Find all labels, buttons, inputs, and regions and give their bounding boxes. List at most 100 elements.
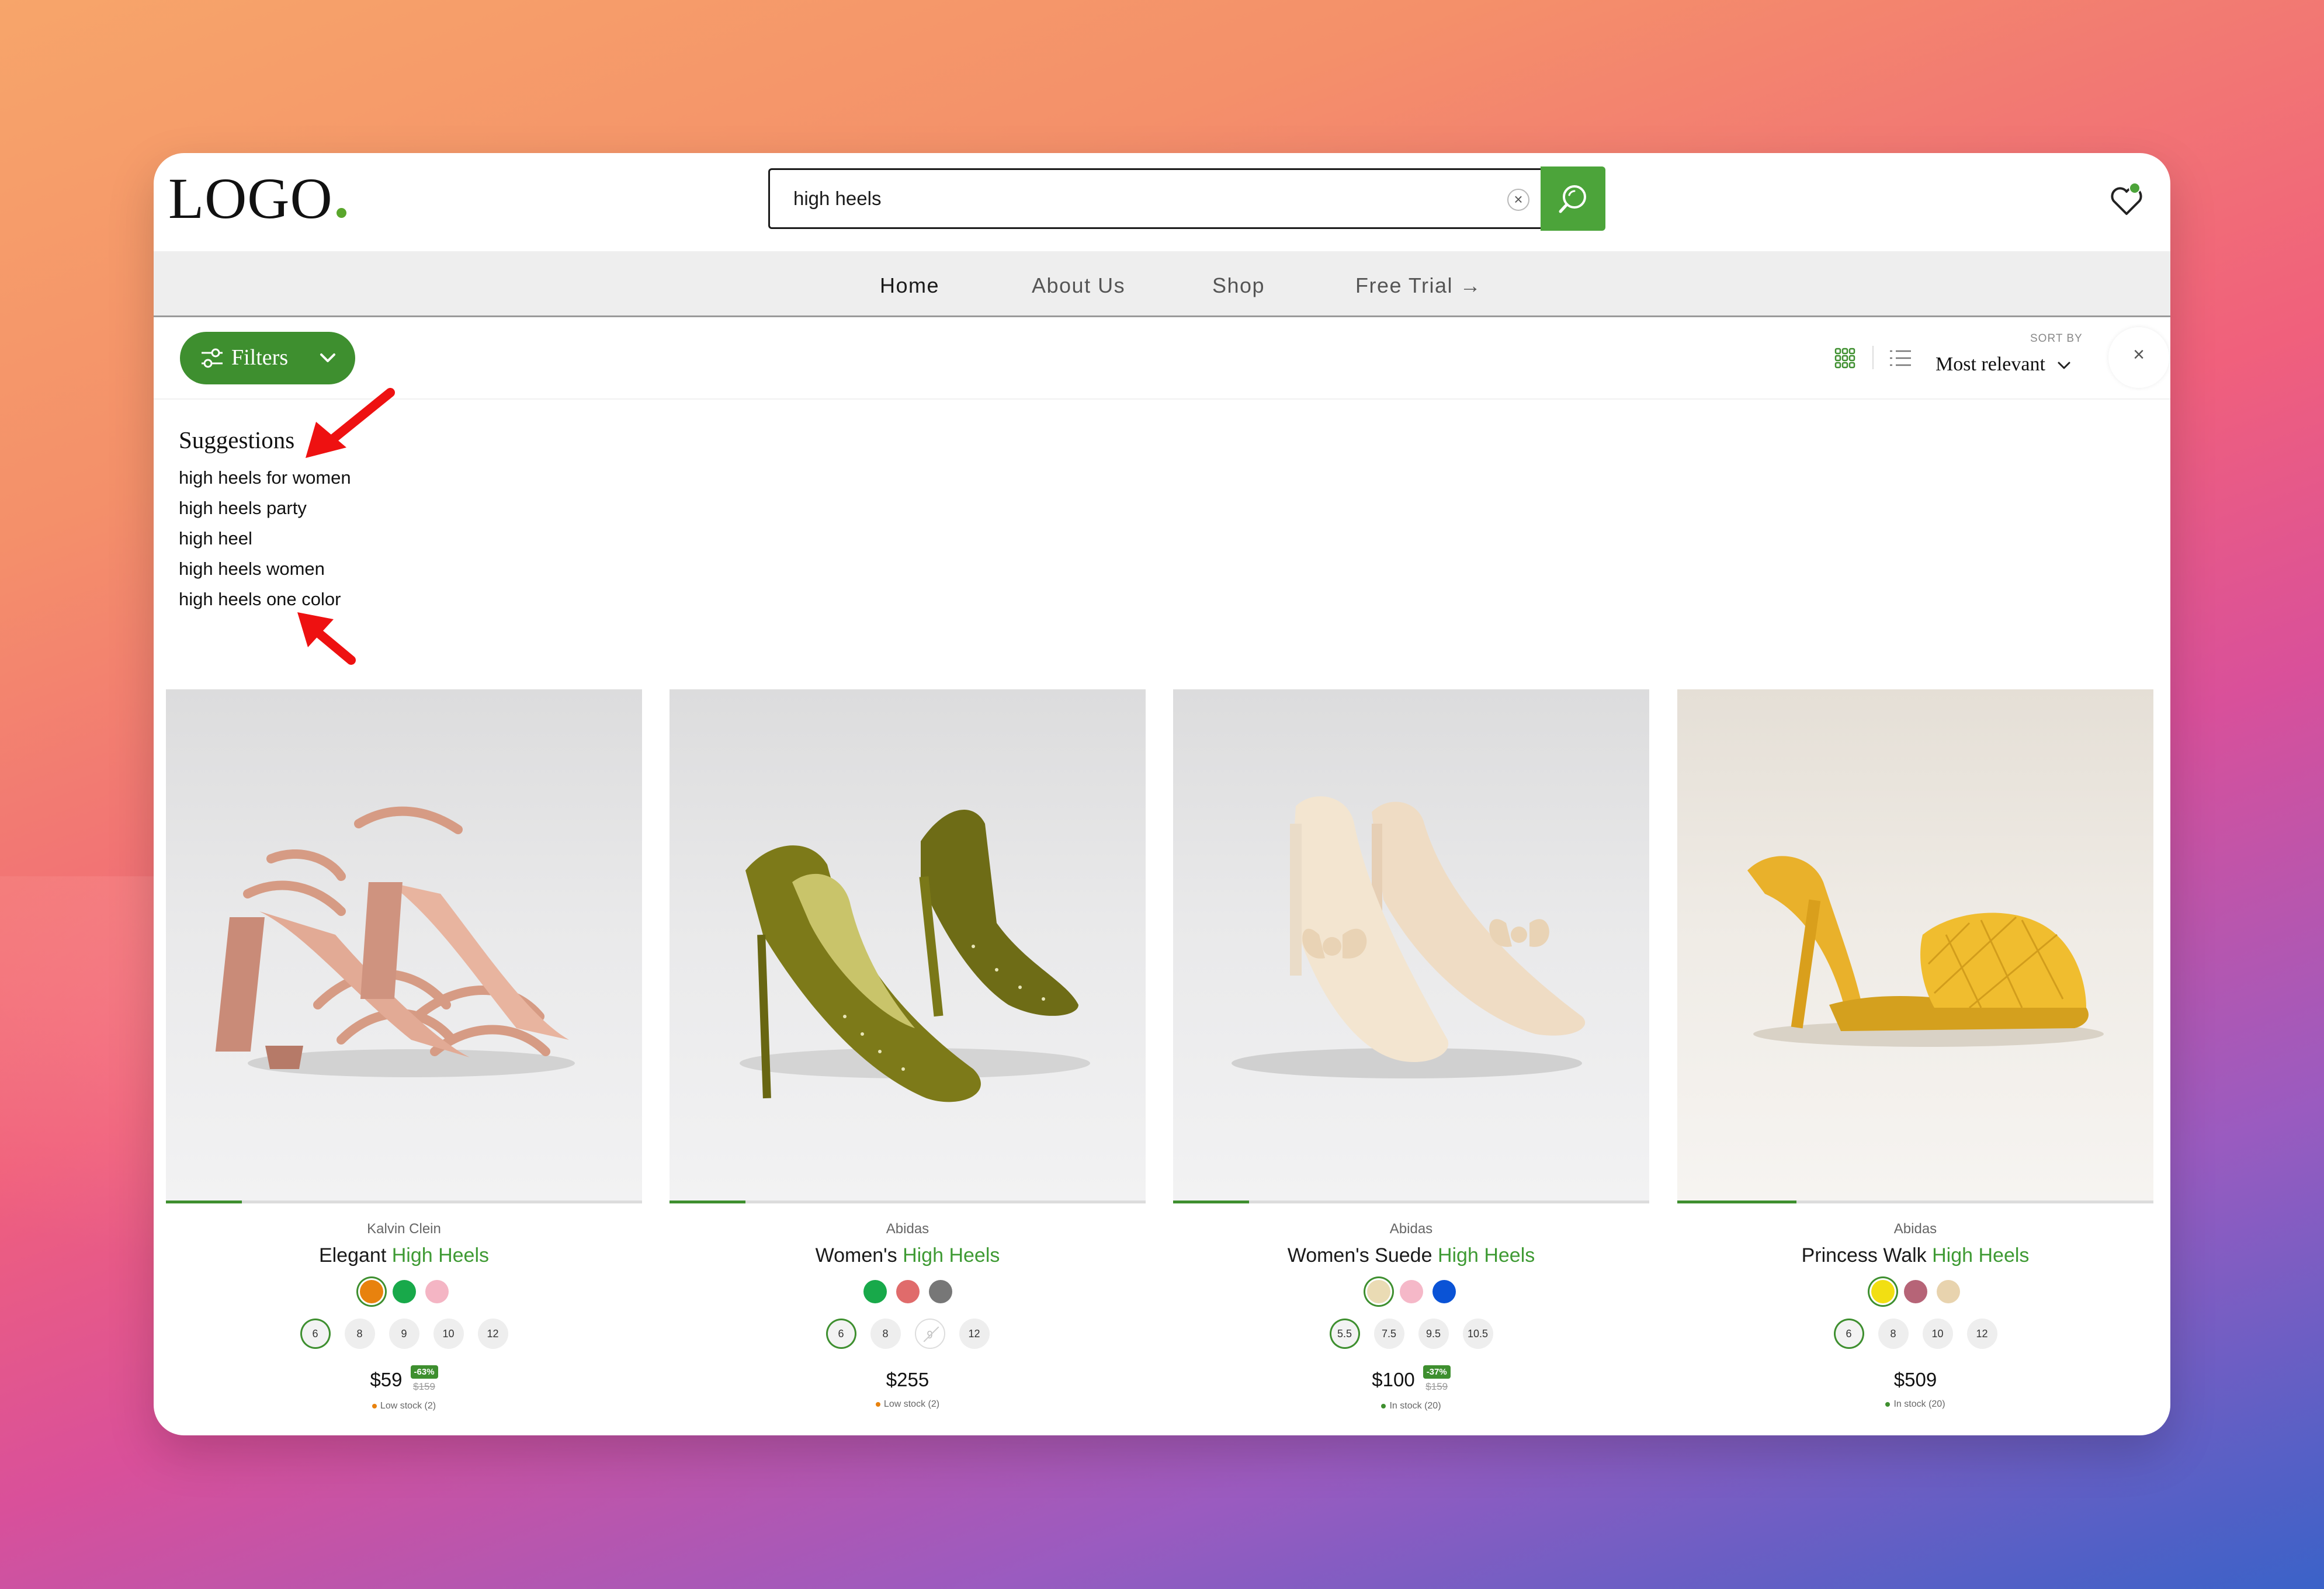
size-option[interactable]: 9.5 [1418, 1319, 1449, 1349]
product-image[interactable] [1677, 689, 2153, 1201]
search-box[interactable]: high heels × [768, 168, 1541, 229]
color-swatch[interactable] [1871, 1280, 1895, 1303]
product-image[interactable] [670, 689, 1146, 1201]
size-option[interactable]: 8 [870, 1319, 901, 1349]
size-option[interactable]: 10.5 [1462, 1319, 1493, 1349]
product-image[interactable] [1173, 689, 1649, 1201]
size-options: 5.5 7.5 9.5 10.5 [1173, 1319, 1649, 1349]
color-swatch[interactable] [359, 1280, 383, 1303]
product-name[interactable]: Women's High Heels [670, 1244, 1146, 1267]
search-icon [1559, 185, 1586, 213]
color-swatch[interactable] [1936, 1280, 1960, 1303]
product-card[interactable]: Abidas Princess Walk High Heels 6 8 10 1… [1677, 689, 2153, 1410]
product-price: $255 [886, 1369, 929, 1390]
color-swatches [670, 1280, 1146, 1303]
search-button[interactable] [1541, 166, 1605, 231]
suggestion-item[interactable]: high heel [179, 528, 252, 549]
list-view-icon[interactable] [1889, 348, 1912, 368]
size-option[interactable]: 12 [1966, 1319, 1997, 1349]
toolbar-divider [154, 398, 2170, 400]
sliders-icon [202, 348, 223, 368]
suggestion-item[interactable]: high heels party [179, 498, 307, 519]
stock-dot [1885, 1401, 1891, 1407]
size-option[interactable]: 6 [300, 1319, 331, 1349]
suggestions-title: Suggestions [179, 426, 295, 453]
color-swatch[interactable] [896, 1280, 920, 1303]
color-swatch[interactable] [425, 1280, 449, 1303]
nav-home[interactable]: Home [880, 273, 939, 298]
suggestion-item[interactable]: high heels one color [179, 589, 341, 610]
main-nav: Home About Us Shop Free Trial → [154, 251, 2170, 317]
nav-about-us[interactable]: About Us [1032, 273, 1125, 298]
stock-dot [1381, 1403, 1386, 1408]
discount-block: -63% $159 [410, 1365, 438, 1393]
product-name[interactable]: Women's Suede High Heels [1173, 1244, 1649, 1267]
size-option[interactable]: 8 [1878, 1319, 1909, 1349]
close-button[interactable]: × [2108, 327, 2169, 388]
product-name[interactable]: Princess Walk High Heels [1677, 1244, 2153, 1267]
size-option[interactable]: 9 [389, 1319, 419, 1349]
discount-badge: -37% [1423, 1365, 1451, 1379]
product-name-highlight: High Heels [391, 1244, 490, 1267]
color-swatch[interactable] [1432, 1280, 1456, 1303]
product-card[interactable]: Kalvin Clein Elegant High Heels 6 8 9 10… [166, 689, 642, 1411]
suggestion-item[interactable]: high heels for women [179, 467, 351, 488]
logo-dot [336, 208, 346, 218]
logo-text: LOGO [168, 166, 333, 231]
nav-free-trial[interactable]: Free Trial → [1355, 273, 1482, 298]
nav-shop[interactable]: Shop [1212, 273, 1265, 298]
product-image[interactable] [166, 689, 642, 1201]
size-option[interactable]: 5.5 [1329, 1319, 1360, 1349]
color-swatch[interactable] [928, 1280, 952, 1303]
size-option[interactable]: 12 [477, 1319, 508, 1349]
sort-select[interactable]: Most relevant [1935, 353, 2045, 376]
image-progress-bar [670, 1201, 1146, 1203]
size-option[interactable]: 12 [959, 1319, 990, 1349]
price-row: $509 [1677, 1365, 2153, 1391]
red-arrow-annotation [297, 612, 356, 665]
product-name[interactable]: Elegant High Heels [166, 1244, 642, 1267]
product-card[interactable]: Abidas Women's Suede High Heels 5.5 7.5 … [1173, 689, 1649, 1411]
image-progress-bar [1677, 1201, 2153, 1203]
stock-text: Low stock (2) [883, 1399, 940, 1409]
color-swatch[interactable] [863, 1280, 887, 1303]
browser-window: LOGO high heels × Home About Us Shop Fre… [154, 153, 2170, 1435]
view-divider [1872, 346, 1874, 369]
size-option-unavailable[interactable]: 9 [914, 1319, 945, 1349]
size-option[interactable]: 10 [433, 1319, 464, 1349]
logo[interactable]: LOGO [168, 169, 346, 228]
stock-dot [875, 1401, 880, 1407]
price-row: $100 -37% $159 [1173, 1365, 1649, 1393]
search-input[interactable]: high heels [793, 188, 1436, 210]
product-name-prefix: Elegant [318, 1244, 392, 1267]
chevron-down-icon[interactable] [2056, 359, 2072, 373]
size-option[interactable]: 8 [344, 1319, 375, 1349]
yellow-mule-image [1747, 856, 2104, 1047]
size-options: 6 8 9 10 12 [166, 1319, 642, 1349]
old-price: $159 [1425, 1381, 1448, 1392]
size-option[interactable]: 6 [1833, 1319, 1864, 1349]
size-option[interactable]: 7.5 [1373, 1319, 1404, 1349]
color-swatch[interactable] [1399, 1280, 1423, 1303]
filters-label: Filters [231, 345, 289, 370]
size-option[interactable]: 10 [1922, 1319, 1953, 1349]
color-swatch[interactable] [1903, 1280, 1927, 1303]
product-brand: Abidas [1389, 1221, 1433, 1237]
red-arrow-annotation [306, 388, 395, 458]
sort-by-label: SORT BY [2030, 332, 2083, 345]
cream-bow-pumps-image [1232, 796, 1586, 1078]
color-swatch[interactable] [392, 1280, 416, 1303]
suggestion-item[interactable]: high heels women [179, 558, 325, 580]
product-card[interactable]: Abidas Women's High Heels 6 8 9 12 $255 … [670, 689, 1146, 1410]
product-price: $59 [370, 1369, 403, 1390]
grid-view-icon[interactable] [1834, 348, 1855, 369]
filters-button[interactable]: Filters [180, 332, 355, 384]
product-price: $509 [1893, 1369, 1937, 1390]
product-name-prefix: Women's [815, 1244, 903, 1267]
clear-search-button[interactable]: × [1507, 189, 1529, 211]
color-swatch[interactable] [1366, 1280, 1390, 1303]
stock-dot [372, 1403, 377, 1408]
image-progress-bar [1173, 1201, 1649, 1203]
size-option[interactable]: 6 [825, 1319, 856, 1349]
wishlist-badge [2129, 182, 2141, 194]
